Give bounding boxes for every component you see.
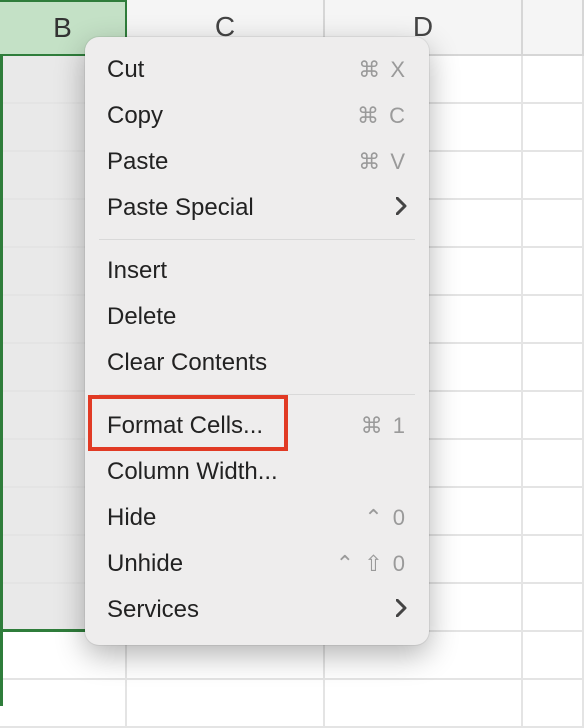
cell[interactable] bbox=[325, 680, 523, 728]
menu-item-services[interactable]: Services bbox=[85, 587, 429, 633]
menu-item-label: Clear Contents bbox=[107, 348, 407, 378]
cell[interactable] bbox=[523, 392, 584, 440]
menu-item-shortcut: ⌘ V bbox=[358, 148, 407, 176]
menu-item-format-cells[interactable]: Format Cells... ⌘ 1 bbox=[85, 403, 429, 449]
menu-item-hide[interactable]: Hide ⌃ 0 bbox=[85, 495, 429, 541]
menu-item-shortcut: ⌘ C bbox=[357, 102, 407, 130]
menu-separator bbox=[99, 239, 415, 240]
menu-item-column-width[interactable]: Column Width... bbox=[85, 449, 429, 495]
cell[interactable] bbox=[523, 104, 584, 152]
cell[interactable] bbox=[523, 632, 584, 680]
menu-item-shortcut: ⌃ 0 bbox=[364, 504, 407, 532]
cell[interactable] bbox=[127, 680, 325, 728]
menu-item-paste[interactable]: Paste ⌘ V bbox=[85, 139, 429, 185]
selection-border-left bbox=[0, 56, 3, 706]
cell[interactable] bbox=[523, 296, 584, 344]
menu-item-label: Column Width... bbox=[107, 457, 407, 487]
menu-item-label: Format Cells... bbox=[107, 411, 361, 441]
menu-item-cut[interactable]: Cut ⌘ X bbox=[85, 47, 429, 93]
menu-item-delete[interactable]: Delete bbox=[85, 294, 429, 340]
cell[interactable] bbox=[523, 584, 584, 632]
menu-item-unhide[interactable]: Unhide ⌃ ⇧ 0 bbox=[85, 541, 429, 587]
cell[interactable] bbox=[523, 344, 584, 392]
menu-item-paste-special[interactable]: Paste Special bbox=[85, 185, 429, 231]
cell[interactable] bbox=[523, 440, 584, 488]
menu-item-label: Paste Special bbox=[107, 193, 396, 223]
cell[interactable] bbox=[523, 680, 584, 728]
menu-item-label: Insert bbox=[107, 256, 407, 286]
chevron-right-icon bbox=[396, 596, 407, 624]
cell[interactable] bbox=[523, 200, 584, 248]
menu-item-shortcut: ⌘ X bbox=[358, 56, 407, 84]
cell[interactable] bbox=[523, 488, 584, 536]
cell[interactable] bbox=[523, 248, 584, 296]
cell[interactable] bbox=[523, 56, 584, 104]
menu-item-label: Paste bbox=[107, 147, 358, 177]
menu-item-label: Copy bbox=[107, 101, 357, 131]
cell[interactable] bbox=[0, 680, 127, 728]
menu-item-copy[interactable]: Copy ⌘ C bbox=[85, 93, 429, 139]
grid-row[interactable] bbox=[0, 680, 584, 728]
column-header-e[interactable] bbox=[523, 0, 584, 56]
context-menu: Cut ⌘ X Copy ⌘ C Paste ⌘ V Paste Special… bbox=[85, 37, 429, 645]
menu-item-label: Unhide bbox=[107, 549, 336, 579]
menu-item-label: Services bbox=[107, 595, 396, 625]
cell[interactable] bbox=[523, 536, 584, 584]
menu-item-clear-contents[interactable]: Clear Contents bbox=[85, 340, 429, 386]
menu-item-label: Delete bbox=[107, 302, 407, 332]
menu-item-shortcut: ⌃ ⇧ 0 bbox=[336, 550, 407, 578]
menu-item-label: Hide bbox=[107, 503, 364, 533]
spreadsheet-grid: B C D bbox=[0, 0, 584, 706]
menu-item-shortcut: ⌘ 1 bbox=[361, 412, 407, 440]
chevron-right-icon bbox=[396, 194, 407, 222]
menu-item-label: Cut bbox=[107, 55, 358, 85]
menu-separator bbox=[99, 394, 415, 395]
menu-item-insert[interactable]: Insert bbox=[85, 248, 429, 294]
cell[interactable] bbox=[523, 152, 584, 200]
